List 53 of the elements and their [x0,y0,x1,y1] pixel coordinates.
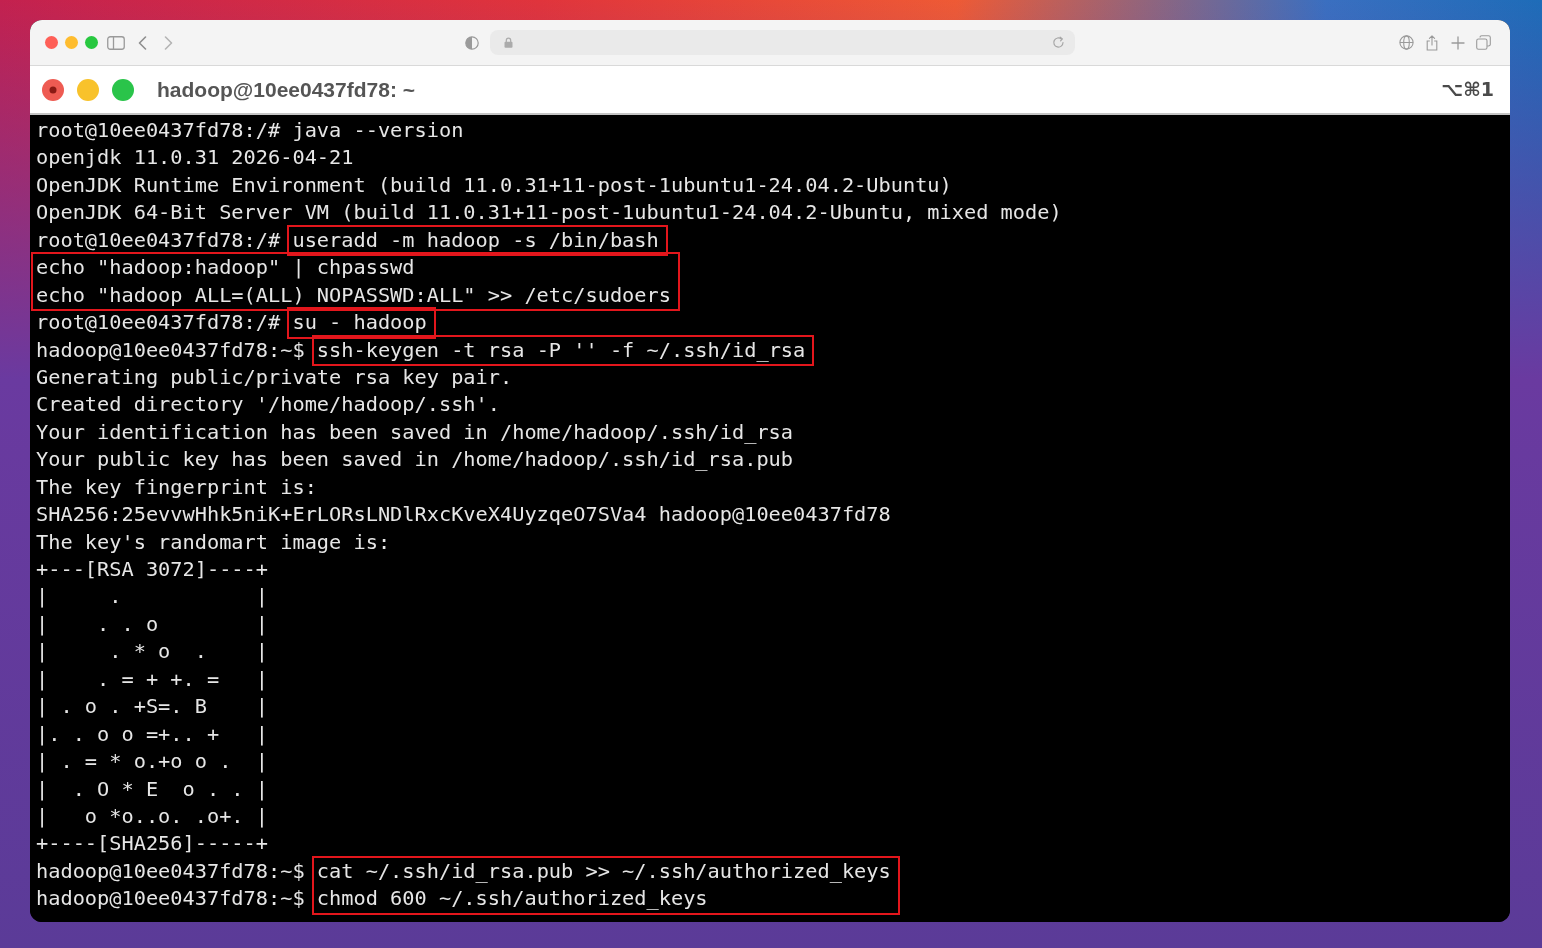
terminal-output-line: | . . o | [36,610,268,638]
share-icon[interactable] [1426,34,1438,51]
prompt-text: hadoop@10ee0437fd78:~$ [36,857,305,885]
prompt-text: hadoop@10ee0437fd78:~$ [36,336,305,364]
minimize-icon[interactable] [77,78,99,101]
sidebar-icon[interactable] [107,35,125,50]
window-title: hadoop@10ee0437fd78: ~ [157,76,415,103]
command-text: useradd -m hadoop -s /bin/bash [292,226,659,254]
terminal-output-line: SHA256:25evvwHhk5niK+ErLORsLNDlRxcKveX4UyzqeO7SVa4 hadoop@10ee0437fd78 [36,501,891,529]
terminal-output-line: | . o . +S=. B | [36,693,268,721]
terminal-output-line: The key fingerprint is: [36,473,317,501]
lock-icon [504,37,513,48]
terminal-output-line: | . O * E o . . | [36,775,268,803]
plus-icon[interactable] [1451,35,1465,50]
terminal-output-line: echo "hadoop ALL=(ALL) NOPASSWD:ALL" >> /etc/sudoers [36,281,671,309]
address-field[interactable] [490,30,1075,55]
command-text: su - hadoop [292,309,427,337]
back-icon[interactable] [138,35,147,50]
terminal-output-line: |. . o o =+.. + | [36,720,268,748]
command-text: java --version [292,117,464,144]
command-text: ssh-keygen -t rsa -P '' -f ~/.ssh/id_rsa [316,336,806,364]
terminal-output-line: Your identification has been saved in /home/hadoop/.ssh/id_rsa [36,418,794,446]
terminal-output-line: The key's randomart image is: [36,528,391,556]
terminal-output-line: +----[SHA256]-----+ [36,830,268,858]
close-icon[interactable] [42,78,64,101]
prompt-text: root@10ee0437fd78:/# [36,117,281,144]
terminal-output-line: | . = + +. = | [36,665,268,693]
terminal-output-line: | . = * o.+o o . | [36,748,268,776]
terminal-output-line: echo "hadoop:hadoop" | chpasswd [36,254,416,282]
terminal-output-line: Created directory '/home/hadoop/.ssh'. [36,391,500,419]
command-text: cat ~/.ssh/id_rsa.pub >> ~/.ssh/authorized_keys [316,857,891,885]
prompt-text: hadoop@10ee0437fd78:~$ [36,885,305,913]
keyboard-shortcut: ⌥⌘1 [1441,77,1494,103]
terminal-output-line: Your public key has been saved in /home/hadoop/.ssh/id_rsa.pub [36,446,794,474]
command-text: chmod 600 ~/.ssh/authorized_keys [316,885,709,913]
terminal-output-line: | o *o..o. .o+. | [36,802,268,830]
half-circle-icon[interactable] [465,35,479,50]
minimize-icon[interactable] [65,36,78,49]
tabs-icon[interactable] [1476,35,1491,50]
terminal-output-line: | . | [36,583,268,611]
forward-icon[interactable] [164,35,173,50]
zoom-icon[interactable] [85,36,98,49]
terminal-output-line: +---[RSA 3072]----+ [36,556,268,583]
globe-icon[interactable] [1399,35,1414,50]
zoom-icon[interactable] [112,78,134,101]
terminal-output-line: openjdk 11.0.31 2026-04-21 [36,144,354,172]
prompt-text: root@10ee0437fd78:/# [36,309,281,337]
terminal-output-line: OpenJDK Runtime Environment (build 11.0.31+11-post-1ubuntu1-24.04.2-Ubuntu) [36,171,952,199]
terminal-output-line: Generating public/private rsa key pair. [36,363,513,391]
terminal-output-line: OpenJDK 64-Bit Server VM (build 11.0.31+11-post-1ubuntu1-24.04.2-Ubuntu, mixed mode) [36,199,1062,227]
terminal-output-line: | . * o . | [36,638,268,666]
reload-icon[interactable] [1052,36,1065,49]
prompt-text: root@10ee0437fd78:/# [36,226,281,254]
